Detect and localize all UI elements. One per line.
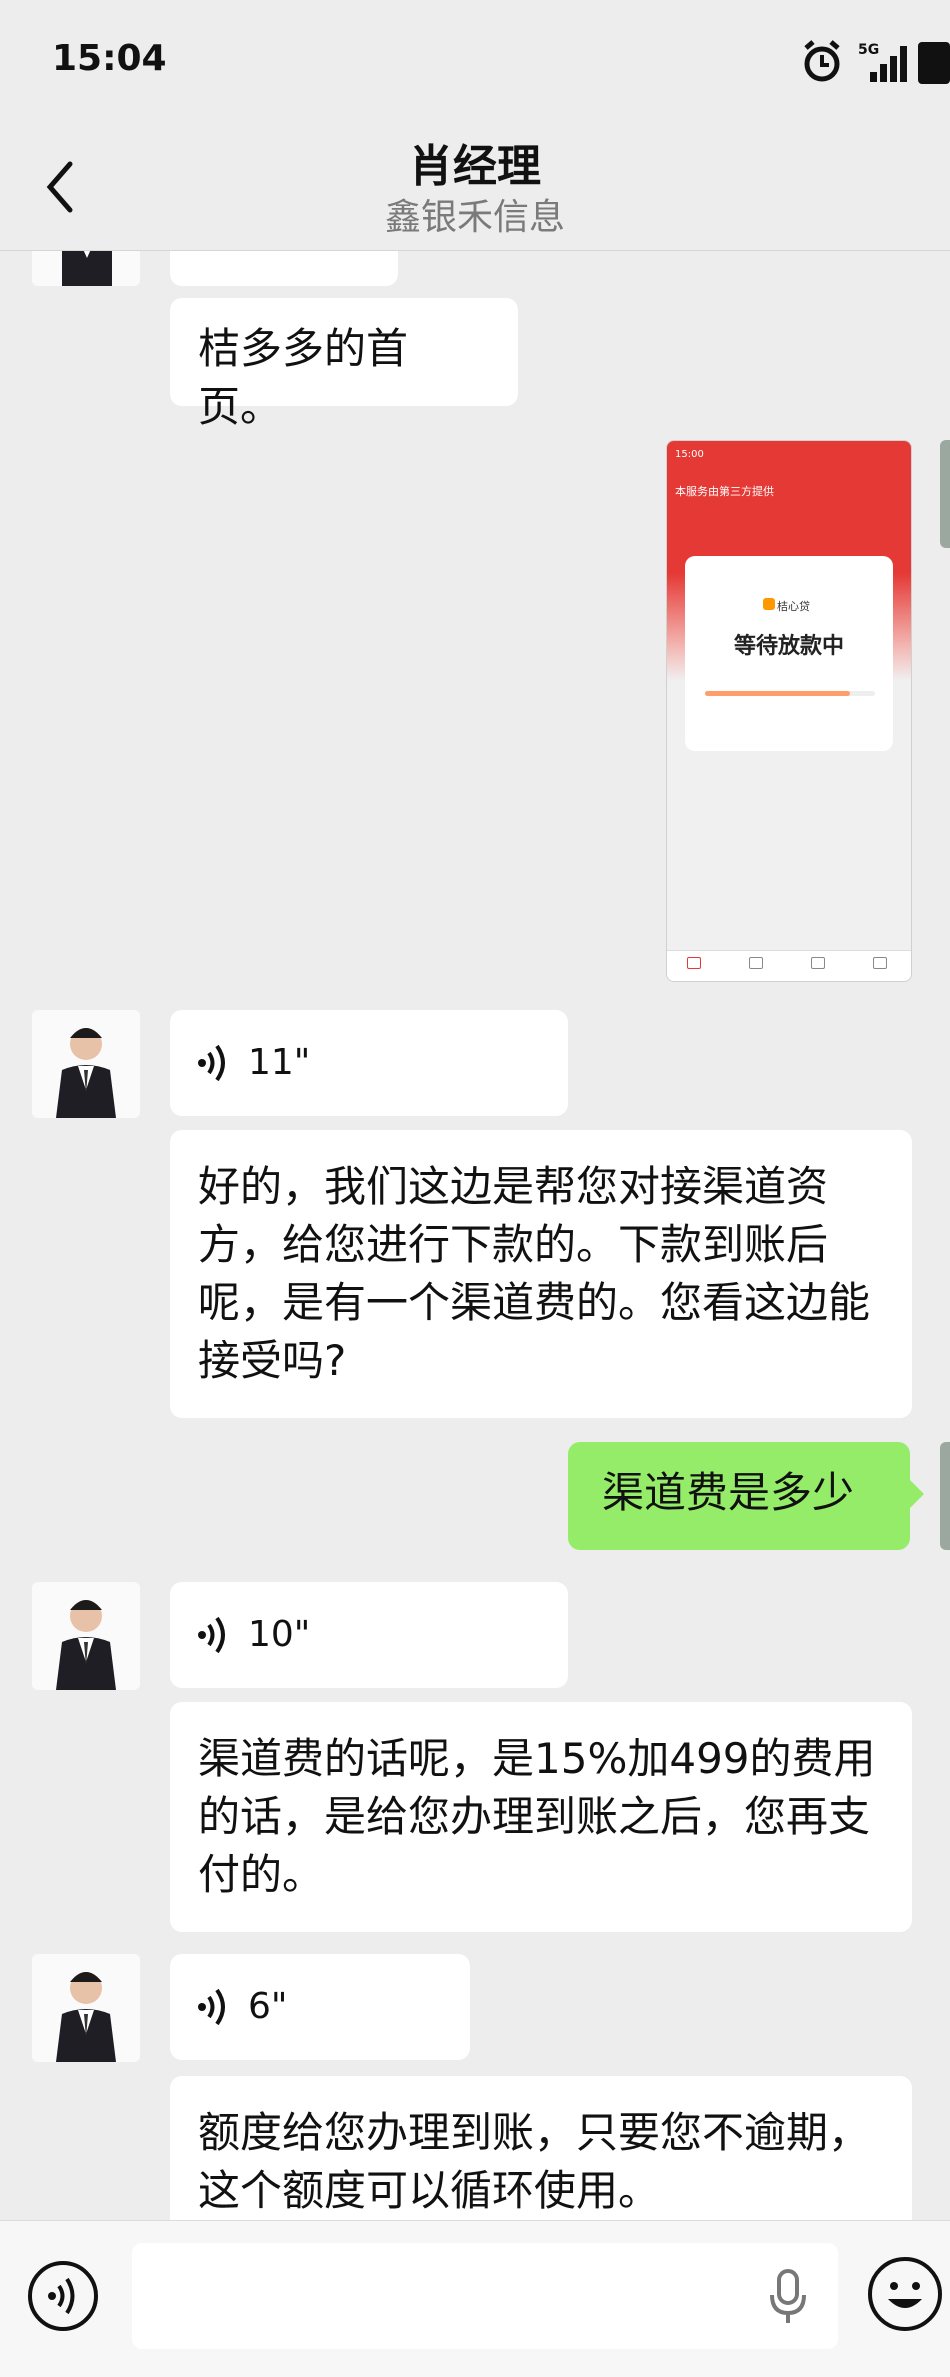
- voice-wave-icon: [198, 1616, 225, 1654]
- message-bubble[interactable]: 桔多多的首页。: [170, 298, 518, 431]
- contact-name: 肖经理: [409, 141, 541, 192]
- contact-avatar[interactable]: [32, 250, 140, 286]
- screenshot-header-text: 本服务由第三方提供: [675, 485, 774, 498]
- message-bubble[interactable]: 好的，我们这边是帮您对接渠道资方，给您进行下款的。下款到账后呢，是有一个渠道费的…: [170, 1130, 912, 1418]
- screenshot-status: 等待放款中: [733, 634, 844, 659]
- previous-message-bubble[interactable]: [170, 250, 398, 286]
- message-input[interactable]: [132, 2243, 838, 2349]
- my-message-bubble[interactable]: 渠道费是多少: [568, 1442, 924, 1550]
- battery-icon: [918, 42, 950, 84]
- status-bar: 15:04 5G: [0, 0, 950, 130]
- voice-toggle-icon: [48, 2277, 75, 2315]
- voice-input-button[interactable]: [28, 2261, 98, 2331]
- message-bubble[interactable]: 额度给您办理到账，只要您不逾期，这个额度可以循环使用。: [170, 2076, 912, 2220]
- emoji-icon: [888, 2282, 922, 2308]
- my-avatar[interactable]: [940, 1442, 950, 1550]
- voice-wave-icon: [198, 1988, 225, 2026]
- image-message[interactable]: 15:00 本服务由第三方提供 桔心贷 等待放款中: [666, 440, 912, 982]
- input-bar: [0, 2220, 950, 2377]
- screenshot-progress: [705, 691, 875, 696]
- screenshot-time: 15:00: [675, 449, 704, 460]
- screenshot-tabbar: [667, 950, 911, 981]
- message-text: 额度给您办理到账，只要您不逾期，这个额度可以循环使用。: [198, 2108, 871, 2215]
- voice-message[interactable]: 10": [170, 1582, 568, 1688]
- contact-avatar[interactable]: [32, 1582, 140, 1690]
- voice-message[interactable]: 6": [170, 1954, 470, 2060]
- screenshot-brand: 桔心贷: [777, 600, 810, 613]
- screenshot-card: 桔心贷 等待放款中: [685, 556, 893, 751]
- system-icons: 5G: [804, 40, 950, 84]
- emoji-button[interactable]: [868, 2257, 942, 2331]
- voice-duration: 10": [248, 1614, 311, 1655]
- brand-icon: [763, 598, 775, 610]
- chat-header: 肖经理 鑫银禾信息: [0, 130, 950, 251]
- voice-duration: 11": [248, 1042, 311, 1083]
- contact-company: 鑫银禾信息: [384, 197, 565, 238]
- message-text: 好的，我们这边是帮您对接渠道资方，给您进行下款的。下款到账后呢，是有一个渠道费的…: [198, 1162, 871, 1385]
- message-list[interactable]: 桔多多的首页。 15:00 本服务由第三方提供 桔心贷 等待放款中 11" 好的…: [0, 250, 950, 2220]
- my-avatar[interactable]: [940, 440, 950, 548]
- status-time: 15:04: [52, 38, 167, 79]
- contact-avatar[interactable]: [32, 1010, 140, 1118]
- message-text: 渠道费是多少: [602, 1468, 855, 1517]
- contact-avatar[interactable]: [32, 1954, 140, 2062]
- message-text: 渠道费的话呢，是15%加499的费用的话，是给您办理到账之后，您再支付的。: [198, 1734, 876, 1899]
- alarm-icon: [804, 40, 840, 82]
- voice-wave-icon: [198, 1044, 225, 1082]
- message-text: 桔多多的首页。: [198, 324, 409, 431]
- network-label: 5G: [858, 42, 879, 58]
- voice-message[interactable]: 11": [170, 1010, 568, 1116]
- message-bubble[interactable]: 渠道费的话呢，是15%加499的费用的话，是给您办理到账之后，您再支付的。: [170, 1702, 912, 1932]
- voice-duration: 6": [248, 1986, 288, 2027]
- microphone-icon[interactable]: [768, 2269, 808, 2325]
